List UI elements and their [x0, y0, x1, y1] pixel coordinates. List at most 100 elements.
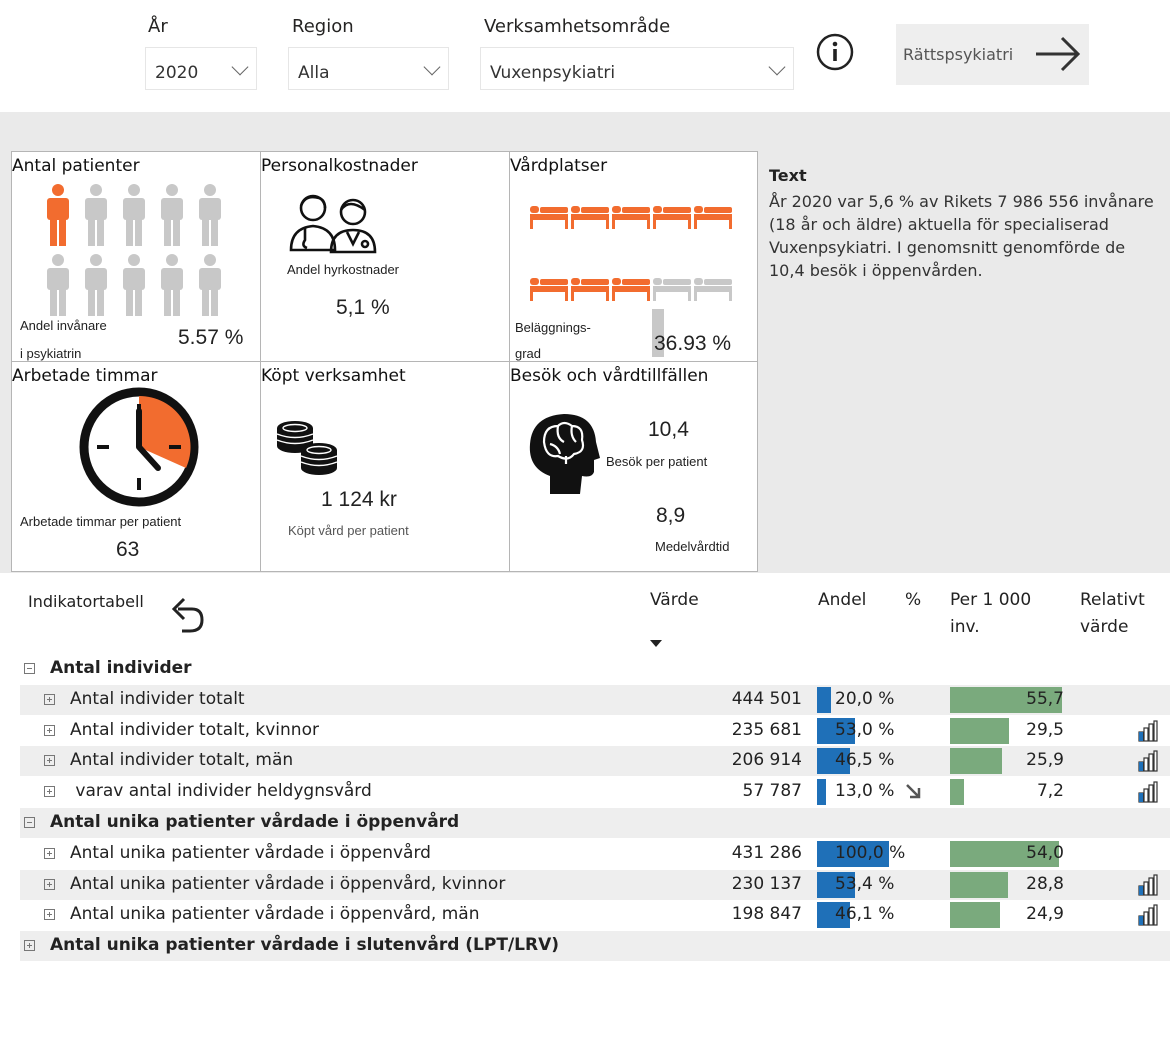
- relative-bars-icon[interactable]: [1138, 719, 1158, 742]
- row-label: Antal unika patienter vårdade i öppenvår…: [70, 873, 506, 894]
- card-title: Köpt verksamhet: [261, 366, 406, 386]
- area-filter-label: Verksamhetsområde: [484, 16, 671, 37]
- patients-value: 5.57 %: [178, 326, 244, 349]
- row-label: Antal unika patienter vårdade i slutenvå…: [50, 935, 560, 956]
- collapse-icon[interactable]: [24, 663, 35, 674]
- clock-icon: [79, 387, 199, 507]
- patients-caption-1: Andel invånare: [20, 318, 107, 333]
- staff-caption: Andel hyrkostnader: [287, 262, 400, 277]
- row-per1000: 29,5: [1026, 719, 1064, 740]
- card-title: Besök och vårdtillfällen: [510, 366, 709, 386]
- row-share: 13,0 %: [835, 781, 895, 802]
- header-share[interactable]: Andel: [818, 587, 866, 613]
- region-filter-label: Region: [292, 16, 354, 37]
- header-relative-line2: värde: [1080, 617, 1129, 637]
- year-select[interactable]: 2020: [145, 47, 257, 90]
- row-share: 20,0 %: [835, 688, 895, 709]
- card-title: Vårdplatser: [510, 156, 608, 176]
- card-antal-patienter: Antal patienter Andel invånare i psykiat…: [11, 151, 261, 362]
- bed-icons: [530, 206, 732, 301]
- text-heading: Text: [769, 166, 807, 185]
- header-percent[interactable]: %: [905, 587, 921, 613]
- hours-value: 63: [116, 538, 140, 561]
- visits-caption: Besök per patient: [606, 454, 708, 469]
- table-row[interactable]: varav antal individer heldygnsvård 57 787…: [20, 777, 1170, 808]
- row-per1000: 54,0: [1026, 842, 1064, 863]
- year-select-value: 2020: [155, 63, 199, 83]
- expand-icon[interactable]: [44, 847, 55, 859]
- area-select-value: Vuxenpsykiatri: [490, 63, 616, 83]
- table-row[interactable]: Antal individer totalt, män 206 914 46,5 %…: [20, 746, 1170, 777]
- row-value: 57 787: [742, 781, 802, 802]
- year-filter-label: År: [148, 16, 168, 37]
- header-per1000-line1[interactable]: Per 1 000: [950, 587, 1031, 613]
- avg-stay-value: 8,9: [656, 504, 686, 527]
- table-group-row[interactable]: Antal individer: [20, 654, 1170, 684]
- expand-icon[interactable]: [24, 940, 35, 952]
- header-per1000-line2: inv.: [950, 617, 980, 637]
- relative-bars-icon[interactable]: [1138, 750, 1158, 772]
- row-label: Antal unika patienter vårdade i öppenvår…: [70, 842, 431, 863]
- header-relative-line1[interactable]: Relativt: [1080, 587, 1145, 613]
- row-value: 206 914: [731, 750, 802, 771]
- share-bar: [817, 779, 827, 806]
- row-label: Antal individer totalt: [70, 688, 245, 709]
- row-value: 444 501: [731, 688, 802, 709]
- table-row[interactable]: Antal individer totalt, kvinnor 235 681 53…: [20, 715, 1170, 746]
- card-title: Personalkostnader: [261, 156, 418, 176]
- bought-value: 1 124 kr: [321, 488, 397, 511]
- per1000-bar: [950, 779, 965, 806]
- row-per1000: 25,9: [1026, 750, 1064, 771]
- table-title: Indikatortabell: [28, 592, 144, 611]
- expand-icon[interactable]: [44, 786, 55, 798]
- row-share: 100,0 %: [835, 842, 906, 863]
- row-value: 235 681: [731, 719, 802, 740]
- brain-head-icon: [529, 414, 600, 494]
- relative-bars-icon[interactable]: [1138, 904, 1158, 926]
- area-select[interactable]: Vuxenpsykiatri: [480, 47, 794, 90]
- row-label: Antal unika patienter vårdade i öppenvår…: [50, 812, 460, 832]
- table-row[interactable]: Antal unika patienter vårdade i öppenvår…: [20, 838, 1170, 869]
- staff-value: 5,1 %: [336, 296, 390, 319]
- expand-icon[interactable]: [44, 909, 55, 921]
- row-value: 198 847: [731, 904, 802, 925]
- row-label: varav antal individer heldygnsvård: [70, 781, 372, 802]
- row-per1000: 55,7: [1026, 688, 1064, 709]
- card-title: Antal patienter: [12, 156, 140, 176]
- region-select[interactable]: Alla: [288, 47, 449, 90]
- hours-caption: Arbetade timmar per patient: [20, 514, 182, 529]
- expand-icon[interactable]: [44, 878, 55, 890]
- beds-caption-1: Beläggnings-: [515, 320, 591, 335]
- bought-caption: Köpt vård per patient: [288, 523, 409, 538]
- rattspsykiatri-nav-button[interactable]: Rättspsykiatri: [896, 24, 1089, 85]
- row-share: 53,0 %: [835, 719, 895, 740]
- expand-icon[interactable]: [44, 755, 55, 767]
- card-vardplatser: Vårdplatser Beläggnings- grad 36.93 %: [509, 151, 758, 362]
- per1000-bar: [950, 871, 1008, 898]
- region-select-value: Alla: [298, 63, 330, 83]
- table-row[interactable]: Antal individer totalt 444 501 20,0 % 55,7: [20, 684, 1170, 715]
- card-personalkostnader: Personalkostnader Andel hyrkostnader 5,1…: [260, 151, 510, 362]
- header-value[interactable]: Värde: [650, 587, 699, 613]
- undo-arrow-icon[interactable]: [168, 593, 206, 635]
- collapse-icon[interactable]: [24, 817, 35, 828]
- row-per1000: 28,8: [1026, 873, 1064, 894]
- beds-caption-2: grad: [515, 346, 542, 361]
- row-label: Antal unika patienter vårdade i öppenvår…: [70, 904, 480, 925]
- chevron-down-icon: [768, 58, 786, 76]
- info-icon[interactable]: [815, 32, 855, 72]
- indicator-table: Indikatortabell Värde Andel % Per 1 000 …: [0, 573, 1170, 1041]
- expand-icon[interactable]: [44, 724, 55, 736]
- card-besok-vardtillfallen: Besök och vårdtillfällen 10,4 Besök per …: [509, 361, 758, 572]
- table-group-row[interactable]: Antal unika patienter vårdade i öppenvår…: [20, 808, 1170, 838]
- table-row[interactable]: Antal unika patienter vårdade i öppenvår…: [20, 900, 1170, 931]
- table-row[interactable]: Antal unika patienter vårdade i öppenvår…: [20, 869, 1170, 900]
- expand-icon[interactable]: [44, 693, 55, 705]
- relative-bars-icon[interactable]: [1138, 781, 1158, 803]
- table-group-row[interactable]: Antal unika patienter vårdade i slutenvå…: [20, 931, 1170, 962]
- sort-desc-icon: [650, 640, 662, 647]
- relative-bars-icon[interactable]: [1138, 873, 1158, 896]
- card-title: Arbetade timmar: [12, 366, 158, 386]
- text-body: År 2020 var 5,6 % av Rikets 7 986 556 in…: [769, 192, 1154, 280]
- row-share: 53,4 %: [835, 873, 895, 894]
